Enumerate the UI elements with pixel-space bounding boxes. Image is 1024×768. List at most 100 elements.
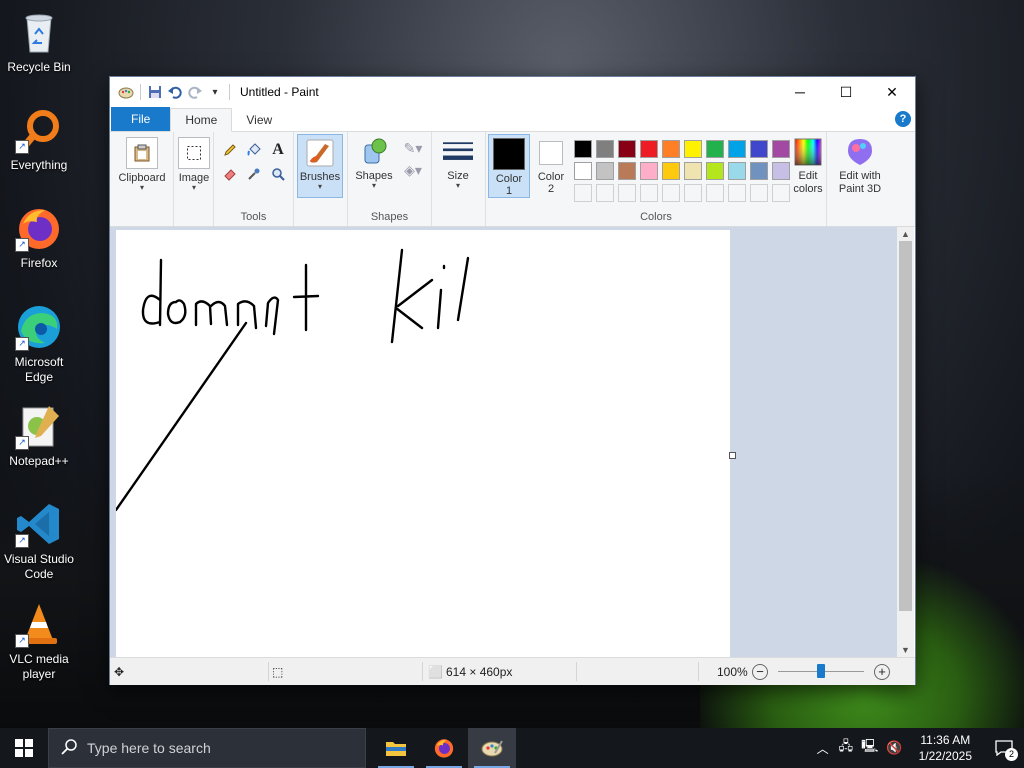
custom-color-swatch[interactable] bbox=[640, 184, 658, 202]
color-swatch[interactable] bbox=[684, 140, 702, 158]
minimize-button[interactable]: ─ bbox=[777, 77, 823, 107]
custom-color-swatch[interactable] bbox=[706, 184, 724, 202]
color-swatch[interactable] bbox=[596, 140, 614, 158]
zoom-slider-thumb[interactable] bbox=[817, 664, 825, 678]
color2-button[interactable]: Color 2 bbox=[532, 137, 570, 195]
scroll-up-icon[interactable]: ▲ bbox=[897, 227, 914, 241]
taskbar-firefox[interactable] bbox=[420, 728, 468, 768]
select-icon bbox=[178, 137, 210, 169]
color1-number: 1 bbox=[505, 185, 513, 197]
outline-icon[interactable]: ✎▾ bbox=[400, 138, 426, 158]
fill-icon[interactable]: ◈▾ bbox=[400, 160, 426, 180]
action-center-button[interactable]: 2 bbox=[984, 728, 1024, 768]
start-button[interactable] bbox=[0, 728, 48, 768]
clipboard-group: Clipboard ▾ bbox=[110, 132, 174, 226]
color-swatch[interactable] bbox=[728, 140, 746, 158]
color1-label: Color bbox=[495, 173, 523, 185]
custom-color-swatch[interactable] bbox=[728, 184, 746, 202]
tools-group-label: Tools bbox=[240, 211, 267, 223]
desktop-icon-label: Notepad++ bbox=[9, 454, 69, 468]
vertical-scrollbar[interactable]: ▲ ▼ bbox=[897, 227, 914, 657]
scroll-down-icon[interactable]: ▼ bbox=[897, 643, 914, 657]
network-icon[interactable]: 🖳 bbox=[857, 737, 882, 759]
desktop-icon-vscode[interactable]: ↗ Visual Studio Code bbox=[4, 500, 74, 582]
customize-toolbar-chevron-icon[interactable]: ▾ bbox=[207, 84, 223, 100]
edit-with-paint3d-button[interactable]: Edit with Paint 3D bbox=[831, 137, 889, 196]
fill-bucket-icon[interactable] bbox=[244, 140, 264, 160]
zoom-slider[interactable] bbox=[778, 658, 864, 685]
text-tool-icon[interactable]: A bbox=[268, 140, 288, 160]
custom-color-swatch[interactable] bbox=[618, 184, 636, 202]
taskbar-search-box[interactable]: Type here to search bbox=[48, 728, 366, 768]
zoom-in-button[interactable]: + bbox=[874, 658, 890, 685]
desktop-icon-recycle-bin[interactable]: Recycle Bin bbox=[4, 8, 74, 75]
color-swatch[interactable] bbox=[750, 162, 768, 180]
desktop-icon-label: Firefox bbox=[20, 256, 58, 270]
tab-file[interactable]: File bbox=[111, 107, 171, 131]
desktop-icon-everything[interactable]: ↗ Everything bbox=[4, 106, 74, 173]
size-button[interactable]: Size ▾ bbox=[438, 137, 478, 190]
color-swatch[interactable] bbox=[684, 162, 702, 180]
custom-color-swatch[interactable] bbox=[750, 184, 768, 202]
brushes-button[interactable]: Brushes ▾ bbox=[297, 134, 343, 198]
shapes-group: Shapes ▾ ✎▾ ◈▾ Shapes bbox=[348, 132, 432, 226]
desktop-icon-microsoft-edge[interactable]: ↗ Microsoft Edge bbox=[4, 303, 74, 385]
color-swatch[interactable] bbox=[662, 140, 680, 158]
clock[interactable]: 11:36 AM 1/22/2025 bbox=[907, 732, 984, 764]
close-button[interactable]: ✕ bbox=[869, 77, 915, 107]
pencil-icon[interactable] bbox=[220, 140, 240, 160]
desktop-icon-vlc[interactable]: ↗ VLC media player bbox=[4, 600, 74, 682]
color1-button[interactable]: Color 1 bbox=[488, 134, 530, 198]
scrollbar-thumb[interactable] bbox=[899, 241, 912, 611]
desktop-icon-firefox[interactable]: ↗ Firefox bbox=[4, 204, 74, 271]
save-icon[interactable] bbox=[147, 84, 163, 100]
show-hidden-icons-chevron-icon[interactable]: ︿ bbox=[811, 740, 835, 757]
tab-home[interactable]: Home bbox=[170, 108, 233, 132]
desktop-icon-notepad-plus-plus[interactable]: ↗ Notepad++ bbox=[4, 402, 74, 469]
redo-icon[interactable] bbox=[187, 84, 203, 100]
network-alert-icon[interactable]: 🖧 bbox=[835, 737, 858, 759]
taskbar-paint[interactable] bbox=[468, 728, 516, 768]
magnifier-icon[interactable] bbox=[268, 164, 288, 184]
help-icon[interactable]: ? bbox=[895, 111, 911, 127]
line-size-icon bbox=[443, 137, 473, 167]
custom-color-swatch[interactable] bbox=[596, 184, 614, 202]
volume-muted-icon[interactable]: 🔇 bbox=[882, 740, 906, 756]
taskbar-file-explorer[interactable] bbox=[372, 728, 420, 768]
color-swatch[interactable] bbox=[574, 162, 592, 180]
edit-colors-button[interactable]: Edit colors bbox=[790, 137, 826, 196]
image-size-text: 614 × 460px bbox=[446, 664, 513, 679]
undo-icon[interactable] bbox=[167, 84, 183, 100]
color-swatch[interactable] bbox=[728, 162, 746, 180]
color-swatch[interactable] bbox=[772, 162, 790, 180]
color-swatch[interactable] bbox=[574, 140, 592, 158]
color-swatch[interactable] bbox=[596, 162, 614, 180]
custom-color-swatch[interactable] bbox=[662, 184, 680, 202]
canvas-resize-handle-right[interactable] bbox=[729, 452, 736, 459]
shortcut-arrow-icon: ↗ bbox=[15, 140, 29, 154]
color-swatch[interactable] bbox=[640, 140, 658, 158]
drawing-canvas[interactable] bbox=[116, 230, 730, 657]
color-swatch[interactable] bbox=[706, 162, 724, 180]
color-swatch[interactable] bbox=[618, 140, 636, 158]
image-button[interactable]: Image ▾ bbox=[176, 137, 212, 192]
color-swatch[interactable] bbox=[772, 140, 790, 158]
edge-icon: ↗ bbox=[15, 303, 63, 351]
color-swatch[interactable] bbox=[662, 162, 680, 180]
eraser-icon[interactable] bbox=[220, 164, 240, 184]
custom-color-swatch[interactable] bbox=[772, 184, 790, 202]
ribbon-tabs: File Home View ? bbox=[110, 107, 915, 132]
color-swatch[interactable] bbox=[706, 140, 724, 158]
clipboard-button[interactable]: Clipboard ▾ bbox=[114, 137, 170, 192]
custom-color-swatch[interactable] bbox=[574, 184, 592, 202]
color-picker-icon[interactable] bbox=[244, 164, 264, 184]
zoom-out-button[interactable]: − bbox=[752, 658, 768, 685]
shapes-button[interactable]: Shapes ▾ bbox=[352, 137, 396, 190]
custom-color-swatch[interactable] bbox=[684, 184, 702, 202]
maximize-button[interactable]: ☐ bbox=[823, 77, 869, 107]
color-swatch[interactable] bbox=[618, 162, 636, 180]
color-swatch[interactable] bbox=[640, 162, 658, 180]
system-tray: ︿ 🖧 🖳 🔇 11:36 AM 1/22/2025 2 bbox=[811, 728, 1024, 768]
tab-view[interactable]: View bbox=[232, 109, 286, 131]
color-swatch[interactable] bbox=[750, 140, 768, 158]
